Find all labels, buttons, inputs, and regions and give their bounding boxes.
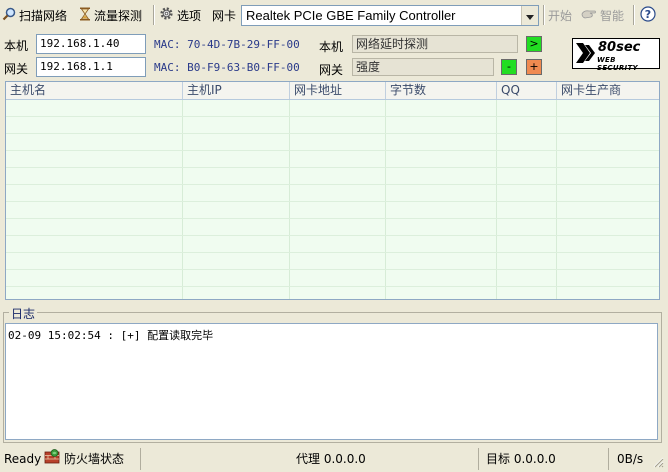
scan-network-button[interactable]: 扫描网络 (2, 6, 67, 24)
local-probe-label: 本机 (319, 40, 344, 54)
chevron-down-icon (526, 6, 534, 25)
smart-button[interactable]: 智能 (581, 6, 624, 24)
options-label: 选项 (177, 8, 202, 23)
scan-network-label: 扫描网络 (19, 8, 68, 23)
traffic-probe-button[interactable]: 流量探测 (79, 6, 142, 24)
gateway-strength-label: 网关 (319, 63, 344, 77)
local-label: 本机 (4, 39, 29, 53)
gateway-label: 网关 (4, 62, 29, 76)
status-ready: Ready (4, 452, 42, 466)
firewall-status[interactable]: 防火墙状态 (44, 449, 125, 469)
column-hostname[interactable]: 主机名 (6, 82, 183, 99)
log-entry: 02-09 15:02:54 : [+] 配置读取完毕 (8, 329, 214, 342)
proxy-status: 代理 0.0.0.0 (296, 452, 366, 466)
start-label: 开始 (548, 8, 573, 23)
hand-icon (581, 8, 597, 23)
strength-plus-button[interactable]: + (526, 59, 542, 75)
log-textarea[interactable]: 02-09 15:02:54 : [+] 配置读取完毕 (5, 323, 658, 440)
strength-minus-button[interactable]: - (501, 59, 517, 75)
column-mac-address[interactable]: 网卡地址 (290, 82, 386, 99)
firewall-icon (44, 449, 60, 469)
svg-text:?: ? (645, 8, 651, 21)
80sec-logo: 80sec WEB SECURITY (572, 38, 660, 72)
nic-select[interactable]: Realtek PCIe GBE Family Controller (241, 5, 539, 26)
host-table[interactable]: 主机名 主机IP 网卡地址 字节数 QQ 网卡生产商 (5, 81, 660, 300)
latency-probe-field: 网络延时探测 (352, 35, 518, 53)
size-grip-icon[interactable] (652, 456, 664, 471)
rate-status: 0B/s (617, 452, 644, 466)
help-icon: ? (640, 5, 656, 25)
dropdown-button[interactable] (521, 6, 538, 25)
table-header: 主机名 主机IP 网卡地址 字节数 QQ 网卡生产商 (6, 82, 659, 100)
gateway-mac: MAC: B0-F9-63-B0-FF-00 (154, 61, 300, 74)
help-button[interactable]: ? (640, 5, 656, 25)
strength-field: 强度 (352, 58, 494, 76)
logo-text: 80sec (598, 40, 641, 55)
column-qq[interactable]: QQ (497, 82, 557, 99)
magnifier-icon (2, 7, 16, 24)
nic-selected-value: Realtek PCIe GBE Family Controller (246, 8, 456, 23)
latency-go-button[interactable]: > (526, 36, 542, 52)
target-status: 目标 0.0.0.0 (486, 452, 556, 466)
column-bytes[interactable]: 字节数 (386, 82, 497, 99)
firewall-label: 防火墙状态 (64, 452, 125, 466)
local-mac: MAC: 70-4D-7B-29-FF-00 (154, 38, 300, 51)
column-vendor[interactable]: 网卡生产商 (557, 82, 659, 99)
log-title: 日志 (9, 305, 38, 322)
gear-icon (159, 6, 174, 24)
traffic-probe-label: 流量探测 (94, 8, 143, 23)
table-body (6, 100, 659, 299)
smart-label: 智能 (600, 8, 625, 23)
logo-subtext: WEB SECURITY (597, 56, 638, 72)
options-button[interactable]: 选项 (159, 6, 201, 24)
hourglass-icon (79, 7, 91, 24)
nic-label: 网卡 (212, 8, 237, 23)
gateway-ip-input[interactable]: 192.168.1.1 (36, 57, 146, 77)
column-host-ip[interactable]: 主机IP (183, 82, 290, 99)
start-button[interactable]: 开始 (548, 6, 572, 24)
local-ip-input[interactable]: 192.168.1.40 (36, 34, 146, 54)
